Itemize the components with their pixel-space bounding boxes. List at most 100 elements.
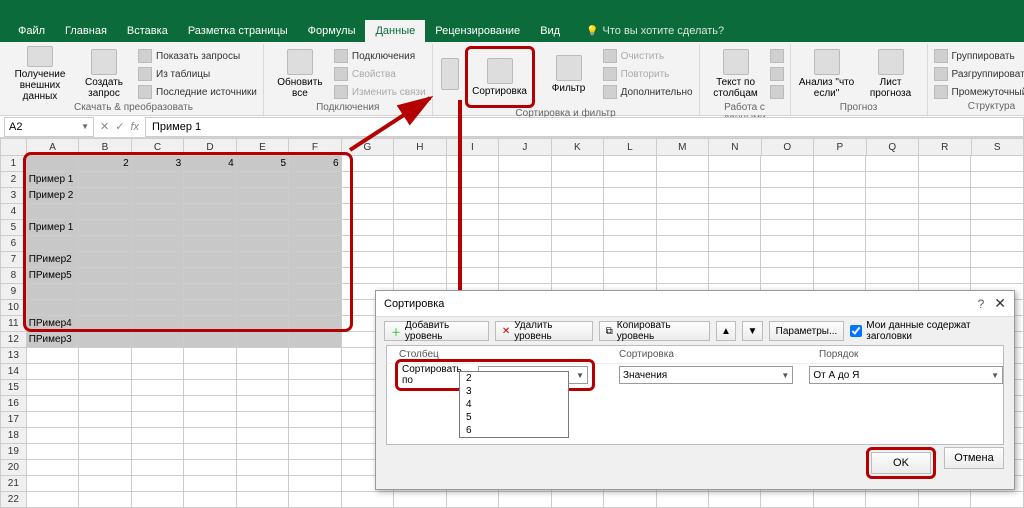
cell[interactable] <box>552 236 604 252</box>
cell[interactable] <box>27 428 79 444</box>
cell[interactable] <box>866 204 918 220</box>
cell[interactable] <box>814 204 866 220</box>
cell[interactable] <box>709 172 761 188</box>
row-header[interactable]: 20 <box>0 460 27 476</box>
tell-me[interactable]: 💡Что вы хотите сделать? <box>586 25 724 37</box>
cell[interactable] <box>132 300 184 316</box>
tab-review[interactable]: Рецензирование <box>425 20 530 42</box>
cell[interactable] <box>394 236 446 252</box>
tab-view[interactable]: Вид <box>530 20 570 42</box>
edit-links-button[interactable]: Изменить связи <box>334 84 426 100</box>
cell[interactable] <box>919 492 971 508</box>
cell[interactable] <box>499 172 551 188</box>
row-header[interactable]: 15 <box>0 380 27 396</box>
cell[interactable] <box>27 204 79 220</box>
cell[interactable] <box>866 220 918 236</box>
row-header[interactable]: 4 <box>0 204 27 220</box>
cell[interactable] <box>27 476 79 492</box>
cell[interactable] <box>184 284 236 300</box>
cell[interactable] <box>447 172 499 188</box>
forecast-sheet-button[interactable]: Лист прогноза <box>861 46 921 102</box>
cell[interactable] <box>552 204 604 220</box>
formula-bar[interactable]: Пример 1 <box>145 117 1024 137</box>
cell[interactable] <box>342 156 394 172</box>
cancel-button[interactable]: Отмена <box>944 447 1004 469</box>
cell[interactable] <box>971 252 1023 268</box>
tab-insert[interactable]: Вставка <box>117 20 178 42</box>
cell[interactable]: 4 <box>184 156 236 172</box>
cell[interactable] <box>971 220 1023 236</box>
cell[interactable] <box>814 220 866 236</box>
cell[interactable] <box>79 300 131 316</box>
cell[interactable] <box>971 236 1023 252</box>
cell[interactable] <box>866 492 918 508</box>
help-icon[interactable]: ? <box>978 297 985 311</box>
cell[interactable] <box>761 156 813 172</box>
close-icon[interactable]: ✕ <box>994 295 1006 312</box>
cell[interactable] <box>184 300 236 316</box>
cell[interactable] <box>79 316 131 332</box>
cell[interactable] <box>814 156 866 172</box>
cell[interactable] <box>394 252 446 268</box>
clear-filter-button[interactable]: Очистить <box>603 48 693 64</box>
cell[interactable] <box>499 492 551 508</box>
column-header[interactable]: R <box>919 138 971 156</box>
cell[interactable] <box>866 188 918 204</box>
refresh-all-button[interactable]: Обновить все <box>270 46 330 102</box>
cell[interactable] <box>79 460 131 476</box>
name-box[interactable]: A2▼ <box>4 117 94 137</box>
cell[interactable] <box>919 156 971 172</box>
cell[interactable]: ПРимер2 <box>27 252 79 268</box>
cell[interactable] <box>289 236 341 252</box>
column-header[interactable]: B <box>79 138 131 156</box>
copy-level-button[interactable]: ⧉Копировать уровень <box>599 321 710 341</box>
cell[interactable] <box>132 348 184 364</box>
cell[interactable] <box>184 348 236 364</box>
cell[interactable] <box>289 220 341 236</box>
cell[interactable] <box>27 396 79 412</box>
cell[interactable] <box>394 204 446 220</box>
cell[interactable] <box>447 204 499 220</box>
cell[interactable] <box>184 332 236 348</box>
cell[interactable] <box>866 268 918 284</box>
cell[interactable] <box>79 428 131 444</box>
cell[interactable] <box>237 204 289 220</box>
cell[interactable] <box>499 236 551 252</box>
ungroup-rows-button[interactable]: Разгруппировать <box>934 66 1024 82</box>
row-header[interactable]: 12 <box>0 332 27 348</box>
cell[interactable] <box>499 188 551 204</box>
cell[interactable] <box>342 220 394 236</box>
cell[interactable] <box>866 252 918 268</box>
cell[interactable] <box>237 188 289 204</box>
cell[interactable] <box>27 156 79 172</box>
cell[interactable] <box>971 204 1023 220</box>
remove-duplicates-button[interactable] <box>770 66 784 82</box>
cell[interactable] <box>237 444 289 460</box>
cell[interactable] <box>132 492 184 508</box>
cell[interactable] <box>132 188 184 204</box>
cell[interactable] <box>499 156 551 172</box>
cell[interactable] <box>394 220 446 236</box>
dropdown-option[interactable]: 4 <box>460 398 568 411</box>
cell[interactable] <box>27 492 79 508</box>
cell[interactable] <box>447 268 499 284</box>
reapply-filter-button[interactable]: Повторить <box>603 66 693 82</box>
cell[interactable] <box>657 220 709 236</box>
cell[interactable] <box>184 428 236 444</box>
cell[interactable] <box>132 412 184 428</box>
sort-on-select[interactable]: Значения▼ <box>619 366 793 384</box>
cell[interactable] <box>761 252 813 268</box>
cell[interactable]: Пример 1 <box>27 220 79 236</box>
column-header[interactable]: E <box>237 138 289 156</box>
cell[interactable]: Пример 1 <box>27 172 79 188</box>
flash-fill-button[interactable] <box>770 48 784 64</box>
cell[interactable] <box>447 252 499 268</box>
cell[interactable] <box>184 172 236 188</box>
cell[interactable] <box>184 188 236 204</box>
cell[interactable] <box>237 252 289 268</box>
cell[interactable] <box>657 156 709 172</box>
row-header[interactable]: 13 <box>0 348 27 364</box>
cell[interactable] <box>79 332 131 348</box>
cell[interactable] <box>184 412 236 428</box>
cell[interactable] <box>342 188 394 204</box>
